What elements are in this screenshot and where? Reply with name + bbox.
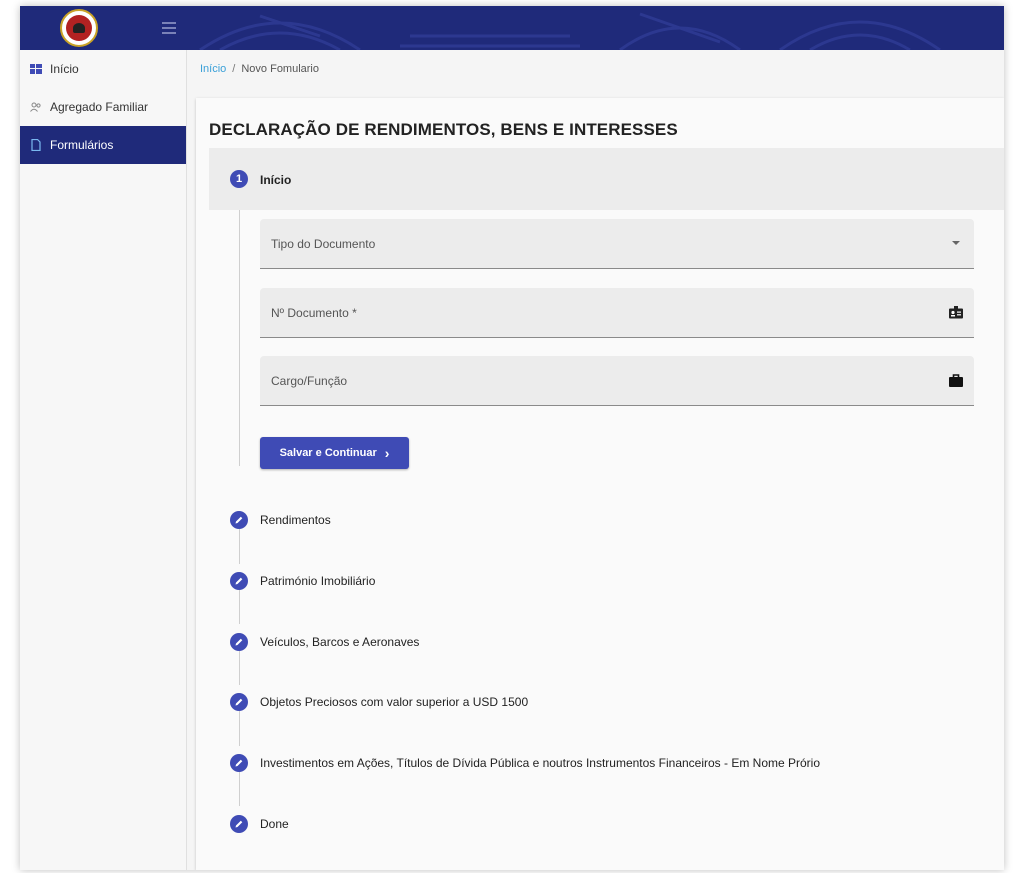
sidebar-item-inicio[interactable]: Início xyxy=(20,50,186,88)
document-icon xyxy=(29,138,43,152)
step-label: Rendimentos xyxy=(260,513,331,527)
top-bar xyxy=(20,6,1004,50)
people-icon xyxy=(29,100,43,114)
step-label: Início xyxy=(260,173,292,187)
page-title: DECLARAÇÃO DE RENDIMENTOS, BENS E INTERE… xyxy=(209,120,678,139)
cargo-funcao-field[interactable]: Cargo/Função xyxy=(260,356,974,406)
sidebar-item-agregado-familiar[interactable]: Agregado Familiar xyxy=(20,88,186,126)
save-continue-button[interactable]: Salvar e Continuar › xyxy=(260,437,409,469)
tipo-documento-select[interactable]: Tipo do Documento xyxy=(260,219,974,269)
breadcrumb-home-link[interactable]: Início xyxy=(200,63,226,75)
chevron-right-icon: › xyxy=(384,445,390,461)
numero-documento-field[interactable]: Nº Documento * xyxy=(260,288,974,338)
breadcrumb-current: Novo Fomulario xyxy=(241,63,319,75)
briefcase-icon xyxy=(949,373,963,387)
pencil-icon xyxy=(230,572,248,590)
sidebar-item-label: Formulários xyxy=(50,138,114,152)
field-placeholder: Tipo do Documento xyxy=(271,237,376,251)
app-window: Início Agregado Familiar Formulários Iní… xyxy=(20,6,1004,870)
stepper-line xyxy=(239,196,240,466)
sidebar-item-formularios[interactable]: Formulários xyxy=(20,126,186,164)
pencil-icon xyxy=(230,754,248,772)
stepper-line xyxy=(239,708,240,746)
stepper-line xyxy=(239,586,240,624)
step-label: Objetos Preciosos com valor superior a U… xyxy=(260,695,529,709)
step-label: Done xyxy=(260,817,289,831)
id-card-icon xyxy=(949,305,963,319)
sidebar: Início Agregado Familiar Formulários xyxy=(20,50,187,870)
breadcrumb: Início / Novo Fomulario xyxy=(187,50,1004,88)
emblem-logo xyxy=(60,9,98,47)
field-placeholder: Nº Documento * xyxy=(271,306,357,320)
field-placeholder: Cargo/Função xyxy=(271,374,348,388)
stepper-line xyxy=(239,647,240,685)
form-card: DECLARAÇÃO DE RENDIMENTOS, BENS E INTERE… xyxy=(196,98,1004,870)
step-label: Investimentos em Ações, Títulos de Dívid… xyxy=(260,756,821,770)
pencil-icon xyxy=(230,693,248,711)
save-button-label: Salvar e Continuar xyxy=(279,447,377,459)
breadcrumb-separator: / xyxy=(232,63,236,75)
step-number-badge: 1 xyxy=(230,170,248,188)
stepper-line xyxy=(239,526,240,564)
step-header-inicio[interactable]: 1 Início xyxy=(209,148,1004,210)
sidebar-item-label: Agregado Familiar xyxy=(50,100,149,114)
menu-toggle-icon[interactable] xyxy=(162,22,176,34)
step-label: Veículos, Barcos e Aeronaves xyxy=(260,635,420,649)
grid-icon xyxy=(29,62,43,76)
emblem-icon xyxy=(66,15,92,41)
stepper-line xyxy=(239,768,240,806)
dropdown-arrow-icon xyxy=(949,236,963,250)
pencil-icon xyxy=(230,815,248,833)
sidebar-item-label: Início xyxy=(50,62,79,76)
step-label: Património Imobiliário xyxy=(260,574,376,588)
pencil-icon xyxy=(230,633,248,651)
pencil-icon xyxy=(230,511,248,529)
